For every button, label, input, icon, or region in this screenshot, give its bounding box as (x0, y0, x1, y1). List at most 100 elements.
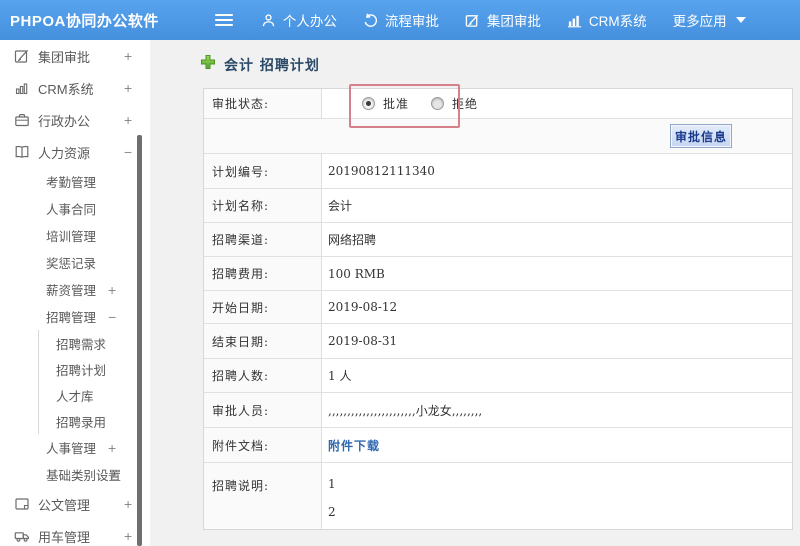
nav-personal-office[interactable]: 个人办公 (261, 10, 337, 30)
hamburger-menu-icon[interactable] (214, 14, 233, 26)
field-label: 审批状态: (204, 89, 322, 118)
status-radio-group: 批准 拒绝 (322, 89, 792, 118)
field-value: 网络招聘 (328, 233, 377, 247)
radio-reject-label[interactable]: 拒绝 (452, 95, 478, 112)
field-value: ,,,,,,,,,,,,,,,,,,,,,,,小龙女,,,,,,,, (328, 403, 483, 418)
expand-plus-icon[interactable]: + (124, 528, 132, 544)
expand-plus-icon[interactable]: + (124, 112, 132, 128)
form-row-actions: 审批信息 (204, 119, 792, 154)
form-row-approvers: 审批人员: ,,,,,,,,,,,,,,,,,,,,,,,小龙女,,,,,,,, (204, 393, 792, 428)
sidebar-item-recruit-demand[interactable]: 招聘需求 (39, 330, 150, 356)
car-icon (14, 528, 30, 544)
expand-plus-icon[interactable]: + (124, 80, 132, 96)
field-label: 附件文档: (204, 428, 322, 462)
bar-chart-icon (567, 13, 582, 28)
field-value: 会计 (328, 199, 353, 213)
nav-crm-system[interactable]: CRM系统 (567, 10, 647, 30)
book-icon (14, 144, 30, 160)
field-value: 20190812111340 (328, 164, 435, 178)
radio-approve-label[interactable]: 批准 (383, 95, 409, 112)
sidebar-item-documents[interactable]: 公文管理 + (0, 488, 150, 520)
sidebar-label: 公文管理 (38, 497, 91, 513)
nav-label: 更多应用 (672, 14, 727, 29)
sidebar-item-recruit-plan[interactable]: 招聘计划 (39, 356, 150, 382)
sidebar-item-attendance[interactable]: 考勤管理 (0, 168, 150, 195)
radio-reject[interactable] (431, 97, 445, 110)
sidebar-item-rewards[interactable]: 奖惩记录 (0, 249, 150, 276)
page-title-text: 会计 招聘计划 (224, 57, 320, 74)
nav-workflow-approval[interactable]: 流程审批 (363, 10, 439, 30)
caret-down-icon (735, 17, 746, 23)
sidebar-label: 用车管理 (38, 529, 91, 545)
page-title: 会计 招聘计划 (200, 54, 320, 75)
field-label: 计划编号: (204, 154, 322, 188)
description-line: 2 (328, 505, 336, 519)
field-value: 100 RMB (328, 266, 385, 281)
main-content: 会计 招聘计划 审批状态: 批准 拒绝 审批信息 计划编号: 201908121… (150, 40, 800, 546)
sidebar-item-training[interactable]: 培训管理 (0, 222, 150, 249)
sidebar-item-recruit-mgmt[interactable]: 招聘管理 − (0, 303, 150, 330)
approve-info-button[interactable]: 审批信息 (670, 124, 732, 148)
sidebar-label: 集团审批 (38, 49, 91, 65)
expand-plus-icon[interactable]: + (108, 467, 116, 483)
sidebar-item-group-approval[interactable]: 集团审批 + (0, 40, 150, 72)
sidebar-item-hr[interactable]: 人力资源 − (0, 136, 150, 168)
field-label: 招聘费用: (204, 257, 322, 290)
radio-approve[interactable] (362, 97, 375, 110)
nav-label: 个人办公 (282, 14, 337, 29)
top-nav: 个人办公 流程审批 集团审批 CRM系统 更多应用 (261, 10, 772, 30)
sidebar-item-recruit-hire[interactable]: 招聘录用 (39, 408, 150, 434)
sidebar-label: 人事合同 (46, 203, 97, 217)
recruit-plan-form: 审批状态: 批准 拒绝 审批信息 计划编号: 20190812111340 计划… (203, 88, 793, 530)
form-row-start-date: 开始日期: 2019-08-12 (204, 291, 792, 324)
form-row-cost: 招聘费用: 100 RMB (204, 257, 792, 291)
sidebar-label: 招聘计划 (56, 363, 107, 378)
field-value: 1 2 (322, 463, 792, 529)
sidebar-label: 人事管理 (46, 442, 97, 456)
sidebar-label: 薪资管理 (46, 284, 97, 298)
nav-group-approval[interactable]: 集团审批 (465, 10, 541, 30)
sidebar-item-vehicle[interactable]: 用车管理 + (0, 520, 150, 546)
field-value: 1 人 (328, 369, 352, 383)
field-label: 招聘人数: (204, 359, 322, 392)
sidebar-item-admin-office[interactable]: 行政办公 + (0, 104, 150, 136)
sidebar-item-personnel[interactable]: 人事管理 + (0, 434, 150, 461)
form-row-headcount: 招聘人数: 1 人 (204, 359, 792, 393)
sidebar-label: 考勤管理 (46, 176, 97, 190)
sidebar-item-salary[interactable]: 薪资管理 + (0, 276, 150, 303)
sidebar: 集团审批 + CRM系统 + 行政办公 + 人力资源 − 考勤管理 人事合同 培… (0, 40, 150, 546)
field-label: 审批人员: (204, 393, 322, 427)
sidebar-item-hr-contract[interactable]: 人事合同 (0, 195, 150, 222)
expand-plus-icon[interactable]: + (108, 440, 116, 456)
nav-label: CRM系统 (588, 14, 647, 29)
expand-plus-icon[interactable]: + (124, 496, 132, 512)
sidebar-scrollbar[interactable] (137, 135, 142, 546)
sidebar-label: 人才库 (56, 389, 94, 404)
add-plus-icon (200, 54, 216, 75)
sidebar-item-talent-pool[interactable]: 人才库 (39, 382, 150, 408)
nav-label: 流程审批 (384, 14, 439, 29)
sidebar-item-base-category[interactable]: 基础类别设置 + (0, 461, 150, 488)
field-value: 2019-08-31 (328, 334, 398, 348)
form-row-description: 招聘说明: 1 2 (204, 463, 792, 529)
form-row-plan-name: 计划名称: 会计 (204, 189, 792, 223)
sidebar-label: 人力资源 (38, 145, 91, 161)
top-header: PHPOA协同办公软件 个人办公 流程审批 集团审批 CRM系统 更多应用 (0, 0, 800, 40)
collapse-minus-icon[interactable]: − (108, 309, 116, 325)
edit-square-icon (465, 13, 480, 28)
nav-more-apps[interactable]: 更多应用 (673, 10, 746, 30)
form-row-end-date: 结束日期: 2019-08-31 (204, 324, 792, 359)
sidebar-label: 奖惩记录 (46, 257, 97, 271)
sidebar-label: 行政办公 (38, 113, 91, 129)
sidebar-label: 招聘录用 (56, 415, 107, 430)
field-label: 招聘渠道: (204, 223, 322, 256)
description-line: 1 (328, 477, 336, 491)
attachment-download-link[interactable]: 附件下载 (328, 437, 380, 454)
form-row-plan-no: 计划编号: 20190812111340 (204, 154, 792, 189)
sidebar-item-crm[interactable]: CRM系统 + (0, 72, 150, 104)
collapse-minus-icon[interactable]: − (124, 144, 132, 160)
recruit-submenu: 招聘需求 招聘计划 人才库 招聘录用 (38, 330, 150, 434)
sidebar-label: 招聘需求 (56, 337, 107, 352)
expand-plus-icon[interactable]: + (124, 48, 132, 64)
expand-plus-icon[interactable]: + (108, 282, 116, 298)
